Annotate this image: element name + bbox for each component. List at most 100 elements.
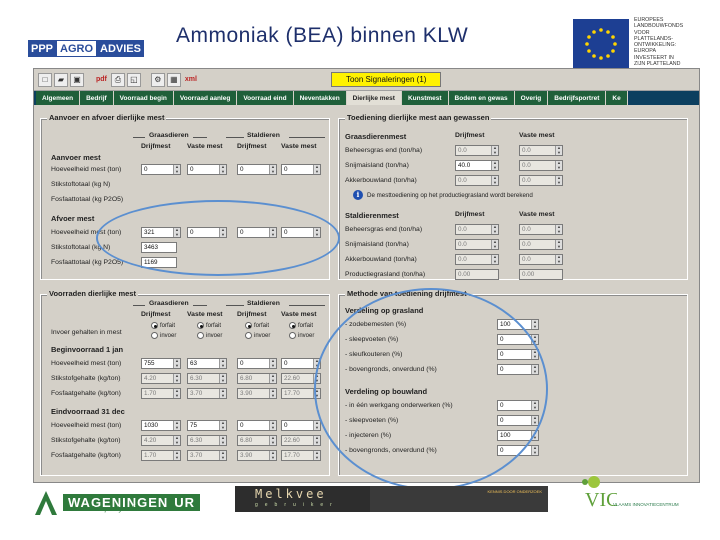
- begin-fosfaat-graas-drijf[interactable]: 1.70 ▲ ▼: [141, 388, 181, 399]
- bouwland-bovengronds-input[interactable]: 0 ▲ ▼: [497, 445, 539, 456]
- save-icon[interactable]: ▣: [70, 72, 84, 87]
- stal-snijmais-vast[interactable]: 0.0 ▲ ▼: [519, 239, 563, 250]
- afvoer-hoeveelheid-graas-drijf[interactable]: 321 ▲ ▼: [141, 227, 181, 238]
- print-preview-icon[interactable]: ◱: [126, 72, 141, 87]
- table-icon[interactable]: ▦: [166, 72, 181, 87]
- graas-beheersgras-drijf[interactable]: 0.0 ▲ ▼: [455, 145, 499, 156]
- aanvoer-hoeveelheid-stal-drijf[interactable]: 0 ▲ ▼: [237, 164, 277, 175]
- stal-drijf-forfait-radio[interactable]: forfait: [245, 322, 269, 329]
- begin-stikstof-graas-drijf[interactable]: 4.20 ▲ ▼: [141, 373, 181, 384]
- graas-vast-forfait-radio[interactable]: forfait: [197, 322, 221, 329]
- tab-kunstmest[interactable]: Kunstmest: [401, 91, 449, 105]
- begin-hoeveelheid-graas-drijf[interactable]: 755 ▲ ▼: [141, 358, 181, 369]
- eind-hoeveelheid-stal-drijf[interactable]: 0 ▲ ▼: [237, 420, 277, 431]
- tab-voorraad-aanleg[interactable]: Voorraad aanleg: [173, 91, 238, 105]
- stal-vast-forfait-radio[interactable]: forfait: [289, 322, 313, 329]
- graas-akkerbouw-drijf[interactable]: 0.0 ▲ ▼: [455, 175, 499, 186]
- eind-hoeveelheid-stal-vast[interactable]: 0 ▲ ▼: [281, 420, 321, 431]
- pdf-export-button[interactable]: pdf: [94, 76, 109, 83]
- eind-fosfaat-graas-drijf[interactable]: 1.70 ▲ ▼: [141, 450, 181, 461]
- voorraden-group: Voorraden dierlijke mest Graasdieren Sta…: [40, 289, 330, 476]
- eind-stikstof-graas-vast[interactable]: 6.30 ▲ ▼: [187, 435, 227, 446]
- toolbar: □ ▰ ▣ pdf ⎙ ◱ ⚙ ▦ xml Toon Signaleringen…: [34, 69, 699, 91]
- voorraden-title: Voorraden dierlijke mest: [47, 289, 138, 298]
- stal-akkerbouw-drijf[interactable]: 0.0 ▲ ▼: [455, 254, 499, 265]
- xml-export-button[interactable]: xml: [183, 76, 199, 83]
- stal-productiegras-vast: 0.00: [519, 269, 563, 280]
- begin-hoeveelheid-stal-vast[interactable]: 0 ▲ ▼: [281, 358, 321, 369]
- eind-hoeveelheid-graas-vast[interactable]: 75 ▲ ▼: [187, 420, 227, 431]
- grasland-sleepvoeten-input[interactable]: 0 ▲ ▼: [497, 334, 539, 345]
- graas-row-label: Snijmaisland (ton/ha): [345, 162, 409, 169]
- tab-bedrijf[interactable]: Bedrijf: [80, 91, 114, 105]
- stal-beheersgras-drijf[interactable]: 0.0 ▲ ▼: [455, 224, 499, 235]
- grasland-sleufkouteren-input[interactable]: 0 ▲ ▼: [497, 349, 539, 360]
- eind-fosfaat-stal-drijf[interactable]: 3.90 ▲ ▼: [237, 450, 277, 461]
- show-signals-button[interactable]: Toon Signaleringen (1): [330, 72, 442, 87]
- afvoer-hoeveelheid-stal-drijf[interactable]: 0 ▲ ▼: [237, 227, 277, 238]
- graas-vast-invoer-radio[interactable]: invoer: [197, 332, 222, 339]
- tab-neventakken[interactable]: Neventakken: [293, 91, 347, 105]
- stal-vast-invoer-radio[interactable]: invoer: [289, 332, 314, 339]
- begin-fosfaat-stal-vast[interactable]: 17.70 ▲ ▼: [281, 388, 321, 399]
- aanvoer-stikstof-label: Stikstoftotaal (kg N): [51, 181, 111, 188]
- graas-snijmais-vast[interactable]: 0.0 ▲ ▼: [519, 160, 563, 171]
- aanvoer-hoeveelheid-graas-vast[interactable]: 0 ▲ ▼: [187, 164, 227, 175]
- begin-fosfaat-stal-drijf[interactable]: 3.90 ▲ ▼: [237, 388, 277, 399]
- toediening-gewassen-group: Toediening dierlijke mest aan gewassen G…: [338, 113, 688, 280]
- settings-icon[interactable]: ⚙: [150, 72, 165, 87]
- open-folder-icon[interactable]: ▰: [54, 72, 68, 87]
- afvoer-fosfaat-input[interactable]: 1169: [141, 257, 177, 268]
- col-vaste-mest: Vaste mest: [519, 132, 555, 139]
- graas-snijmais-drijf[interactable]: 40.0 ▲ ▼: [455, 160, 499, 171]
- begin-fosfaat-graas-vast[interactable]: 3.70 ▲ ▼: [187, 388, 227, 399]
- tab-bedrijfsportret[interactable]: Bedrijfsportret: [548, 91, 607, 105]
- stal-drijf-invoer-radio[interactable]: invoer: [245, 332, 270, 339]
- afvoer-stikstof-input[interactable]: 3463: [141, 242, 177, 253]
- tab-ke[interactable]: Ke: [606, 91, 628, 105]
- aanvoer-hoeveelheid-stal-vast[interactable]: 0 ▲ ▼: [281, 164, 321, 175]
- col-vaste-mest: Vaste mest: [187, 311, 223, 318]
- col-vaste-mest: Vaste mest: [187, 143, 223, 150]
- new-file-icon[interactable]: □: [38, 72, 52, 87]
- afvoer-hoeveelheid-stal-vast[interactable]: 0 ▲ ▼: [281, 227, 321, 238]
- tab-dierlijke-mest[interactable]: Dierlijke mest: [346, 91, 402, 105]
- tab-algemeen[interactable]: Algemeen: [36, 91, 81, 105]
- print-icon[interactable]: ⎙: [110, 72, 125, 87]
- wageningen-ur-logo: WAGENINGEN UR: [33, 485, 201, 519]
- begin-stikstof-stal-vast[interactable]: 22.60 ▲ ▼: [281, 373, 321, 384]
- eind-fosfaat-stal-vast[interactable]: 17.70 ▲ ▼: [281, 450, 321, 461]
- bouwland-sleepvoeten-input[interactable]: 0 ▲ ▼: [497, 415, 539, 426]
- afvoer-hoeveelheid-graas-vast[interactable]: 0 ▲ ▼: [187, 227, 227, 238]
- begin-stikstof-stal-drijf[interactable]: 6.80 ▲ ▼: [237, 373, 277, 384]
- stal-akkerbouw-vast[interactable]: 0.0 ▲ ▼: [519, 254, 563, 265]
- stal-row-label: Beheersgras end (ton/ha): [345, 226, 423, 233]
- grasland-zodebemesten-input[interactable]: 100 ▲ ▼: [497, 319, 539, 330]
- grasland-bovengronds-input[interactable]: 0 ▲ ▼: [497, 364, 539, 375]
- aanvoer-hoeveelheid-label: Hoeveelheid mest (ton): [51, 166, 122, 173]
- graas-beheersgras-vast[interactable]: 0.0 ▲ ▼: [519, 145, 563, 156]
- eind-hoeveelheid-graas-drijf[interactable]: 1030 ▲ ▼: [141, 420, 181, 431]
- graas-drijf-forfait-radio[interactable]: forfait: [151, 322, 175, 329]
- tab-overig[interactable]: Overig: [514, 91, 549, 105]
- aanvoer-hoeveelheid-graas-drijf[interactable]: 0 ▲ ▼: [141, 164, 181, 175]
- stal-beheersgras-vast[interactable]: 0.0 ▲ ▼: [519, 224, 563, 235]
- graas-akkerbouw-vast[interactable]: 0.0 ▲ ▼: [519, 175, 563, 186]
- stal-snijmais-drijf[interactable]: 0.0 ▲ ▼: [455, 239, 499, 250]
- bouwland-onderwerken-input[interactable]: 0 ▲ ▼: [497, 400, 539, 411]
- tab-bodem-en-gewas[interactable]: Bodem en gewas: [448, 91, 515, 105]
- graasdieren-heading: Graasdieren: [149, 300, 189, 307]
- slide-title: Ammoniak (BEA) binnen KLW: [176, 24, 469, 47]
- begin-hoeveelheid-stal-drijf[interactable]: 0 ▲ ▼: [237, 358, 277, 369]
- eind-stikstof-stal-drijf[interactable]: 6.80 ▲ ▼: [237, 435, 277, 446]
- eind-stikstof-graas-drijf[interactable]: 4.20 ▲ ▼: [141, 435, 181, 446]
- eind-stikstof-stal-vast[interactable]: 22.60 ▲ ▼: [281, 435, 321, 446]
- tab-voorraad-begin[interactable]: Voorraad begin: [113, 91, 174, 105]
- tab-voorraad-eind[interactable]: Voorraad eind: [237, 91, 294, 105]
- begin-hoeveelheid-graas-vast[interactable]: 63 ▲ ▼: [187, 358, 227, 369]
- bouwland-injecteren-input[interactable]: 100 ▲ ▼: [497, 430, 539, 441]
- col-drijfmest: Drijfmest: [237, 143, 267, 150]
- eind-fosfaat-graas-vast[interactable]: 3.70 ▲ ▼: [187, 450, 227, 461]
- begin-stikstof-graas-vast[interactable]: 6.30 ▲ ▼: [187, 373, 227, 384]
- graas-drijf-invoer-radio[interactable]: invoer: [151, 332, 176, 339]
